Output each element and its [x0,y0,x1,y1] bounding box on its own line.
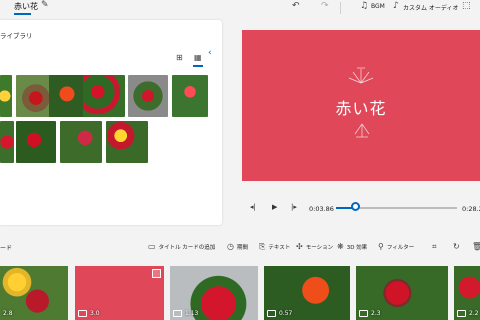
toolbar-divider [340,2,341,14]
storyboard-label: ード [0,245,13,252]
redo-icon[interactable]: ↷ [321,1,329,11]
ornament-top-icon [348,67,374,84]
title-card-text: 赤い花 [335,99,387,118]
rotate-icon: ↻ [453,242,460,251]
library-thumbnail[interactable] [16,75,52,117]
library-title: ライブラリ [0,32,33,40]
motion-icon: ✣ [296,242,303,251]
storyboard-clip[interactable]: 1.13 [170,266,258,320]
clip-duration: 1.13 [173,310,198,317]
duration-label: 期間 [236,244,248,251]
library-thumbnail[interactable] [106,121,148,163]
storyboard-clip[interactable]: 2.2 [454,266,480,320]
crop-icon: ⌗ [432,242,437,251]
motion-button[interactable]: ✣ モーション [296,242,333,251]
video-preview[interactable]: 赤い花 [242,30,480,181]
title-card-icon [78,310,87,317]
view-selected-underline [193,65,203,67]
text-button[interactable]: ⎘ テキスト [259,242,290,252]
add-title-card-button[interactable]: ▭ タイトル カードの追加 [148,242,215,251]
current-time: 0:03.86 [309,205,334,213]
total-time: 0:28.2 [462,205,480,213]
clip-duration: 2.3 [359,310,381,317]
library-panel: ライブラリ ‹ ⊞ ▦ [0,20,222,225]
text-label: テキスト [268,245,291,251]
duration-button[interactable]: ◷ 期間 [227,242,248,251]
motion-label: モーション [305,244,334,251]
next-frame-button[interactable]: |▸ [291,203,297,211]
music-note-icon: ♫ [360,1,369,11]
title-card-icon: ▭ [148,242,156,251]
undo-icon[interactable]: ↶ [292,1,300,11]
storyboard-clip[interactable]: 2.8 [0,266,68,320]
add-title-card-label: タイトル カードの追加 [158,244,216,251]
custom-audio-button[interactable]: カスタム オーディオ [403,3,459,12]
bgm-button[interactable]: BGM [371,3,385,10]
grid-large-icon[interactable]: ⊞ [176,53,183,62]
collapse-library-icon[interactable]: ‹ [208,48,212,58]
clip-duration: 0.57 [267,310,292,317]
image-icon [267,310,276,317]
filter-icon: ⚲ [378,242,384,251]
library-thumbnail[interactable] [49,75,85,117]
export-icon[interactable]: ⬚ [462,1,471,11]
edit-pencil-icon[interactable]: ✎ [41,0,49,10]
previous-frame-button[interactable]: ◂| [250,203,256,211]
ornament-bottom-icon [354,123,370,138]
play-button[interactable]: ▶ [272,203,277,211]
clip-duration: 3.0 [78,310,100,317]
tab-underline [14,13,31,15]
crop-button[interactable]: ⌗ [432,242,437,252]
library-thumbnail[interactable] [172,75,208,117]
custom-audio-icon: ♪ [393,1,399,11]
storyboard-clip[interactable]: 0.57 [264,266,350,320]
clip-select-checkbox[interactable] [152,269,161,278]
trash-icon: 🗑 [472,242,480,251]
image-icon [457,310,466,317]
library-thumbnail[interactable] [128,75,168,117]
library-thumbnail[interactable] [0,121,14,163]
library-thumbnail[interactable] [83,75,125,117]
image-icon [359,310,368,317]
3d-effects-button[interactable]: ❋ 3D 効果 [337,242,367,251]
library-thumbnail[interactable] [60,121,102,163]
clip-duration: 2.2 [457,310,479,317]
clock-icon: ◷ [227,242,234,251]
library-thumbnail[interactable] [16,121,56,163]
library-thumbnail[interactable] [0,75,12,117]
grid-small-icon[interactable]: ▦ [194,53,202,62]
filters-label: フィルター [386,244,415,251]
rotate-button[interactable]: ↻ [453,242,460,251]
filters-button[interactable]: ⚲ フィルター [378,242,414,251]
seek-slider-handle[interactable] [351,202,360,211]
project-name-tab[interactable]: 赤い花 [14,1,38,12]
storyboard-clip[interactable]: 2.3 [356,266,448,320]
image-icon [173,310,182,317]
delete-button[interactable]: 🗑 [472,242,480,251]
text-icon: ⎘ [259,242,266,251]
storyboard-clip-title-card[interactable]: 3.0 [75,266,164,320]
3d-effects-label: 3D 効果 [346,244,368,251]
3d-effects-icon: ❋ [337,242,344,251]
clip-duration: 2.8 [3,310,13,317]
